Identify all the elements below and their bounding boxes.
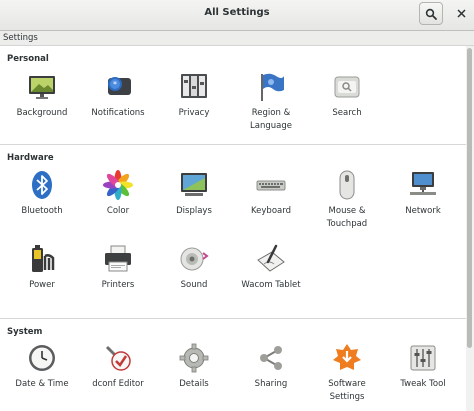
panel-background[interactable]: Background bbox=[3, 72, 79, 142]
keyboard-icon bbox=[256, 180, 286, 191]
breadcrumb: Settings bbox=[0, 31, 474, 46]
panel-keyboard[interactable]: Keyboard bbox=[232, 170, 308, 240]
tweak-tool-icon bbox=[410, 345, 436, 371]
close-button[interactable] bbox=[454, 6, 468, 20]
notifications-icon: * bbox=[108, 77, 131, 95]
panel-details[interactable]: Details bbox=[155, 343, 231, 411]
panel-label: Sound bbox=[180, 280, 208, 290]
panel-label: Color bbox=[106, 206, 130, 216]
scrollbar[interactable] bbox=[466, 46, 474, 411]
search-button[interactable] bbox=[419, 2, 443, 25]
panel-wacom-tablet[interactable]: Wacom Tablet bbox=[232, 244, 308, 314]
region-flag-icon bbox=[261, 73, 284, 101]
panel-privacy[interactable]: Privacy bbox=[155, 72, 231, 142]
bluetooth-icon bbox=[32, 171, 52, 199]
section-title-hardware: Hardware bbox=[7, 153, 54, 163]
panel-label: Notifications bbox=[91, 108, 145, 118]
window-title: All Settings bbox=[204, 7, 270, 18]
panel-dconf-editor[interactable]: dconf Editor bbox=[79, 343, 155, 411]
panel-network[interactable]: Network bbox=[384, 170, 460, 240]
panel-label: Displays bbox=[176, 206, 212, 216]
panel-software-settings[interactable]: Software Settings bbox=[308, 343, 384, 411]
section-title-system: System bbox=[7, 327, 43, 337]
panel-label: Region & Language bbox=[250, 108, 292, 131]
scrollbar-thumb[interactable] bbox=[467, 48, 472, 348]
power-icon bbox=[32, 245, 55, 272]
panel-label: Details bbox=[179, 379, 209, 389]
settings-panel: Personal Background * Notifications Priv… bbox=[0, 46, 466, 411]
magnifier-icon bbox=[425, 8, 437, 20]
search-settings-icon bbox=[334, 76, 360, 98]
panel-mouse-touchpad[interactable]: Mouse & Touchpad bbox=[308, 170, 384, 240]
panel-label: Mouse & Touchpad bbox=[326, 206, 368, 229]
panel-tweak-tool[interactable]: Tweak Tool bbox=[384, 343, 460, 411]
dconf-editor-icon bbox=[105, 345, 131, 371]
panel-printers[interactable]: Printers bbox=[79, 244, 155, 314]
section-title-personal: Personal bbox=[7, 54, 49, 64]
panel-region-language[interactable]: Region & Language bbox=[232, 72, 308, 142]
wacom-tablet-icon bbox=[257, 244, 285, 272]
breadcrumb-label: Settings bbox=[3, 33, 38, 43]
mouse-icon bbox=[339, 170, 355, 200]
panel-date-time[interactable]: Date & Time bbox=[3, 343, 79, 411]
panel-search[interactable]: Search bbox=[308, 72, 384, 142]
panel-label: Date & Time bbox=[15, 379, 69, 389]
panel-label: Network bbox=[405, 206, 441, 216]
panel-label: Power bbox=[29, 280, 55, 290]
panel-label: Printers bbox=[101, 280, 135, 290]
printer-icon bbox=[105, 245, 131, 272]
panel-notifications[interactable]: * Notifications bbox=[79, 72, 155, 142]
color-icon bbox=[103, 170, 133, 200]
panel-label: Background bbox=[16, 108, 68, 118]
panel-label: Sharing bbox=[254, 379, 288, 389]
panel-label: Wacom Tablet bbox=[241, 280, 301, 290]
panel-label: Tweak Tool bbox=[400, 379, 446, 389]
section-divider bbox=[0, 144, 466, 145]
network-icon bbox=[410, 172, 436, 195]
panel-label: Bluetooth bbox=[21, 206, 63, 216]
sound-icon bbox=[180, 247, 209, 271]
panel-bluetooth[interactable]: Bluetooth bbox=[3, 170, 79, 240]
displays-icon bbox=[181, 173, 207, 196]
panel-label: Privacy bbox=[178, 108, 210, 118]
panel-label: Keyboard bbox=[251, 206, 291, 216]
svg-text:*: * bbox=[113, 80, 117, 89]
header-bar: All Settings bbox=[0, 0, 474, 31]
privacy-icon bbox=[181, 74, 207, 98]
clock-icon bbox=[29, 345, 55, 371]
sharing-icon bbox=[260, 346, 282, 370]
section-divider bbox=[0, 318, 466, 319]
close-icon bbox=[456, 8, 466, 18]
panel-sharing[interactable]: Sharing bbox=[232, 343, 308, 411]
background-icon bbox=[29, 76, 55, 99]
panel-power[interactable]: Power bbox=[3, 244, 79, 314]
software-settings-icon bbox=[333, 344, 361, 370]
panel-color[interactable]: Color bbox=[79, 170, 155, 240]
panel-sound[interactable]: Sound bbox=[155, 244, 231, 314]
panel-label: dconf Editor bbox=[92, 379, 144, 389]
panel-label: Software Settings bbox=[328, 379, 366, 402]
gear-details-icon bbox=[179, 343, 209, 373]
panel-label: Search bbox=[332, 108, 362, 118]
panel-displays[interactable]: Displays bbox=[155, 170, 231, 240]
